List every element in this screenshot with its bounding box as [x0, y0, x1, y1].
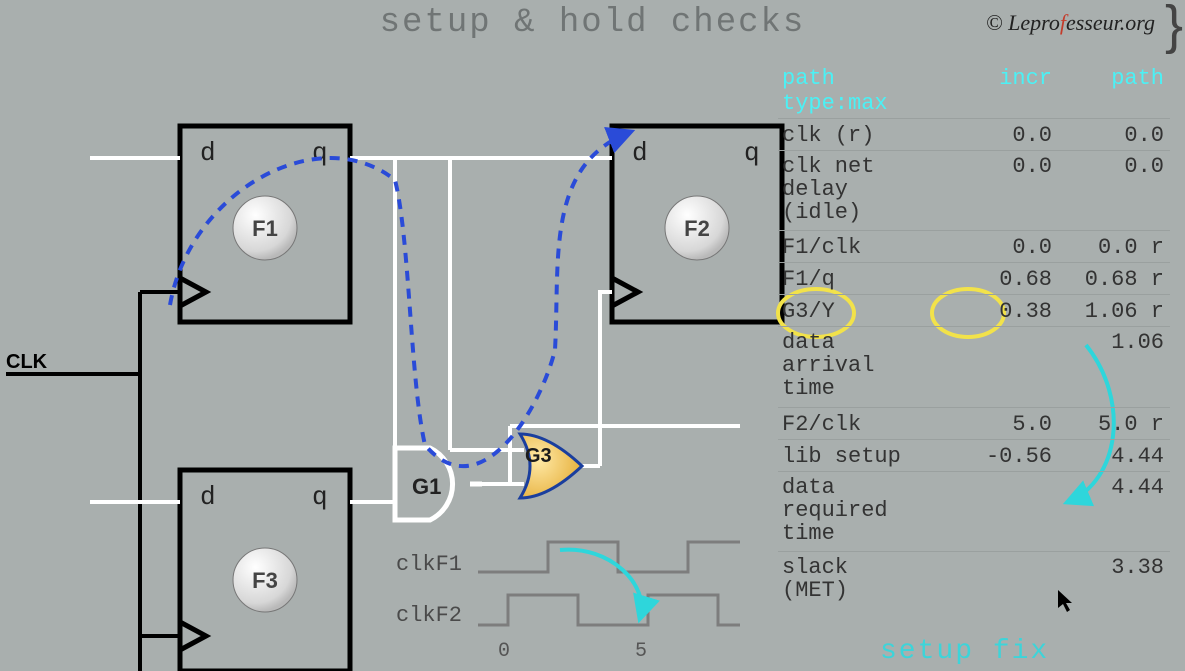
row-incr: 0.0 [970, 155, 1060, 178]
row-path: 1.06 [1062, 331, 1172, 354]
table-row: F1/q0.680.68 r [778, 263, 1170, 295]
row-incr: 5.0 [970, 412, 1060, 437]
svg-text:q: q [312, 482, 328, 512]
and-gate-g1: G1 [395, 448, 482, 520]
row-path: 3.38 [1062, 556, 1172, 579]
waveform-clkf2 [478, 595, 740, 625]
table-row: G3/Y0.381.06 r [778, 295, 1170, 327]
row-path: 0.0 [1062, 123, 1172, 148]
datapath-arrow [170, 132, 630, 466]
table-row: clk (r)0.00.0 [778, 119, 1170, 151]
flipflop-f1: F1 d q [90, 126, 350, 322]
row-path: 1.06 r [1062, 299, 1172, 324]
row-path: 4.44 [1062, 444, 1172, 469]
waveform-clkf1 [478, 542, 740, 572]
tick-0: 0 [498, 640, 510, 663]
row-incr: 0.68 [970, 267, 1060, 292]
row-path: 0.68 r [1062, 267, 1172, 292]
or-gate-g3: G3 [520, 434, 582, 498]
table-row: F1/clk0.00.0 r [778, 231, 1170, 263]
row-label: dataarrivaltime [778, 331, 968, 400]
row-label: lib setup [778, 444, 968, 469]
tick-5: 5 [635, 640, 647, 663]
svg-text:G1: G1 [412, 474, 441, 499]
row-incr: 0.0 [970, 123, 1060, 148]
flipflop-f2: F2 d q [612, 126, 782, 322]
row-incr: -0.56 [970, 444, 1060, 469]
svg-text:G3: G3 [525, 445, 552, 467]
svg-text:d: d [200, 482, 216, 512]
row-path: 4.44 [1062, 476, 1172, 499]
row-label: clk netdelay(idle) [778, 155, 968, 224]
table-header-row: path type:max incr path [778, 62, 1170, 119]
table-row: F2/clk5.05.0 r [778, 408, 1170, 440]
row-incr: 0.0 [970, 235, 1060, 260]
row-label: F1/clk [778, 235, 968, 260]
svg-text:q: q [312, 138, 328, 168]
row-path: 0.0 r [1062, 235, 1172, 260]
svg-text:d: d [632, 138, 648, 168]
svg-text:F2: F2 [684, 216, 710, 241]
row-incr: 0.38 [970, 299, 1060, 324]
table-row: clk netdelay(idle)0.00.0 [778, 151, 1170, 231]
row-label: clk (r) [778, 123, 968, 148]
table-row: lib setup-0.564.44 [778, 440, 1170, 472]
row-label: datarequiredtime [778, 476, 968, 545]
waveform-relation-arrow [560, 550, 642, 618]
row-path: 5.0 r [1062, 412, 1172, 437]
setup-fix-caption: setup fix [880, 636, 1049, 667]
row-label: slack(MET) [778, 556, 968, 602]
clkf1-label: clkF1 [396, 552, 462, 577]
row-label: G3/Y [778, 299, 968, 324]
table-row: datarequiredtime 4.44 [778, 472, 1170, 552]
timing-report-table: path type:max incr path clk (r)0.00.0clk… [778, 62, 1170, 608]
svg-text:d: d [200, 138, 216, 168]
svg-text:q: q [744, 138, 760, 168]
clkf2-label: clkF2 [396, 603, 462, 628]
row-label: F2/clk [778, 412, 968, 437]
svg-text:F1: F1 [252, 216, 278, 241]
row-path: 0.0 [1062, 155, 1172, 178]
row-label: F1/q [778, 267, 968, 292]
flipflop-f3: F3 d q [90, 470, 350, 671]
svg-text:F3: F3 [252, 568, 278, 593]
table-row: dataarrivaltime 1.06 [778, 327, 1170, 407]
table-row: slack(MET) 3.38 [778, 552, 1170, 608]
